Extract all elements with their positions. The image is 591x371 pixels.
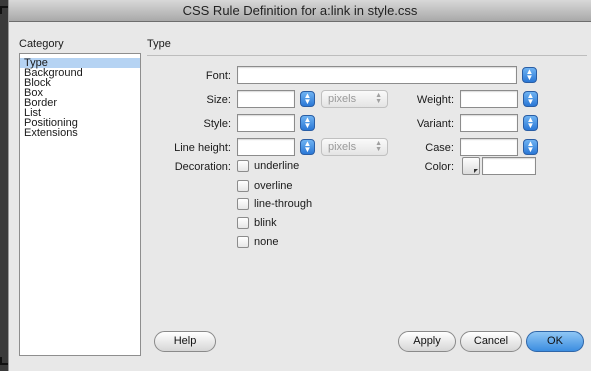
- line-height-input[interactable]: [237, 138, 295, 156]
- underline-label: underline: [254, 160, 300, 172]
- size-units-select[interactable]: pixels ▲ ▼: [321, 90, 388, 108]
- line-height-units-select[interactable]: pixels ▲ ▼: [321, 138, 388, 156]
- weight-input[interactable]: [460, 90, 518, 108]
- line-height-units-value: pixels: [328, 141, 357, 153]
- color-input[interactable]: [482, 157, 536, 175]
- help-button[interactable]: Help: [154, 331, 216, 352]
- size-input[interactable]: [237, 90, 295, 108]
- line-height-dropdown-stepper[interactable]: ▲ ▼: [300, 139, 315, 155]
- blink-checkbox[interactable]: [237, 217, 249, 229]
- section-title: Type: [147, 38, 171, 50]
- line-through-label: line-through: [254, 198, 313, 210]
- decoration-blink-option[interactable]: blink: [237, 216, 277, 230]
- corner-mark-top: [0, 6, 8, 14]
- line-through-checkbox[interactable]: [237, 198, 249, 210]
- decoration-line-through-option[interactable]: line-through: [237, 197, 312, 211]
- font-input[interactable]: [237, 66, 517, 84]
- none-label: none: [254, 236, 279, 248]
- blink-label: blink: [254, 217, 277, 229]
- color-label: Color:: [424, 161, 454, 173]
- color-picker-arrow-icon: [474, 169, 478, 173]
- font-dropdown-stepper[interactable]: ▲ ▼: [522, 67, 537, 83]
- size-units-value: pixels: [328, 93, 357, 105]
- case-dropdown-stepper[interactable]: ▲ ▼: [523, 139, 538, 155]
- apply-button[interactable]: Apply: [398, 331, 456, 352]
- font-label: Font:: [205, 70, 231, 82]
- category-item-extensions[interactable]: Extensions: [20, 128, 140, 139]
- style-label: Style:: [203, 118, 231, 130]
- variant-input[interactable]: [460, 114, 518, 132]
- case-input[interactable]: [460, 138, 518, 156]
- size-label: Size:: [206, 94, 231, 106]
- variant-label: Variant:: [416, 118, 454, 130]
- style-input[interactable]: [237, 114, 295, 132]
- decoration-label: Decoration:: [174, 161, 231, 173]
- category-label: Category: [19, 38, 64, 50]
- weight-label: Weight:: [416, 94, 454, 106]
- corner-mark-bottom: [0, 357, 8, 365]
- underline-checkbox[interactable]: [237, 160, 249, 172]
- line-height-label: Line height:: [174, 142, 231, 154]
- overline-checkbox[interactable]: [237, 180, 249, 192]
- weight-dropdown-stepper[interactable]: ▲ ▼: [523, 91, 538, 107]
- case-label: Case:: [425, 142, 454, 154]
- overline-label: overline: [254, 180, 293, 192]
- ok-button[interactable]: OK: [526, 331, 584, 352]
- window-title: CSS Rule Definition for a:link in style.…: [9, 0, 591, 22]
- cancel-button[interactable]: Cancel: [460, 331, 522, 352]
- decoration-none-option[interactable]: none: [237, 235, 278, 249]
- size-dropdown-stepper[interactable]: ▲ ▼: [300, 91, 315, 107]
- none-checkbox[interactable]: [237, 236, 249, 248]
- style-dropdown-stepper[interactable]: ▲ ▼: [300, 115, 315, 131]
- color-picker-swatch[interactable]: [462, 157, 480, 175]
- decoration-overline-option[interactable]: overline: [237, 179, 293, 193]
- variant-dropdown-stepper[interactable]: ▲ ▼: [523, 115, 538, 131]
- dialog-window: CSS Rule Definition for a:link in style.…: [8, 0, 591, 371]
- section-divider: [147, 55, 587, 56]
- decoration-underline-option[interactable]: underline: [237, 159, 299, 173]
- category-list: Type Background Block Box Border List Po…: [19, 53, 141, 356]
